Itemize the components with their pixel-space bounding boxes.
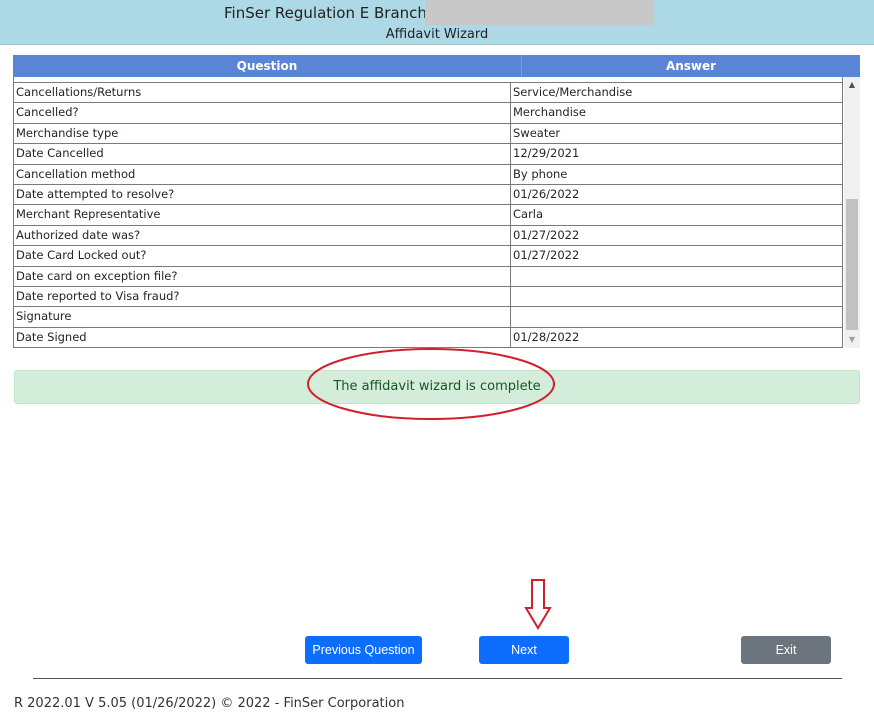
question-cell: Merchant Representative	[14, 205, 511, 225]
question-cell: Signature	[14, 307, 511, 327]
table-row: Date Signed 01/28/2022	[13, 327, 843, 348]
answer-cell	[511, 307, 842, 326]
table-body: Cancellations/Returns Service/Merchandise…	[13, 77, 843, 348]
column-header-question: Question	[13, 55, 522, 77]
question-cell: Cancellation method	[14, 164, 511, 184]
question-cell: Date card on exception file?	[14, 266, 511, 286]
answer-cell: Merchandise	[513, 105, 586, 120]
question-cell: Cancellations/Returns	[14, 83, 511, 103]
app-header: FinSer Regulation E Branch - Affidavit W…	[0, 0, 874, 45]
table-row: Date Card Locked out? 01/27/2022	[13, 246, 843, 267]
table-row: Signature	[13, 307, 843, 328]
table-row: Cancellation method By phone	[13, 164, 843, 185]
answer-cell: 01/26/2022	[513, 186, 580, 201]
answer-cell	[511, 287, 842, 306]
scroll-down-arrow-icon[interactable]: ▼	[844, 332, 860, 348]
question-cell: Merchandise type	[14, 123, 511, 144]
table-row: Merchant Representative Carla	[13, 205, 843, 226]
question-cell: Date reported to Visa fraud?	[14, 286, 511, 307]
pointer-arrow-icon	[524, 579, 552, 630]
scroll-up-arrow-icon[interactable]: ▲	[844, 77, 860, 93]
question-cell: Cancelled?	[14, 103, 511, 123]
answer-cell: Service/Merchandise	[513, 85, 633, 99]
table-row: Authorized date was? 01/27/2022	[13, 225, 843, 247]
next-button[interactable]: Next	[479, 636, 569, 664]
table-row: Cancelled? Merchandise	[13, 103, 843, 124]
answer-cell: 01/27/2022	[513, 227, 580, 242]
completion-alert: The affidavit wizard is complete	[14, 370, 860, 404]
answer-cell: By phone	[513, 166, 568, 181]
scrollbar-thumb[interactable]	[846, 199, 858, 330]
table-row: Date card on exception file?	[13, 266, 843, 287]
answer-cell	[511, 267, 842, 286]
question-cell: Date Cancelled	[14, 144, 511, 164]
question-cell: Date Card Locked out?	[14, 246, 511, 266]
table-row: Cancellations/Returns Service/Merchandise	[13, 83, 843, 104]
footer-divider	[33, 678, 842, 679]
table-row: Merchandise type Sweater	[13, 123, 843, 145]
table-row: Date Cancelled 12/29/2021	[13, 144, 843, 165]
table-rows: Cancellations/Returns Service/Merchandise…	[13, 83, 843, 348]
qa-table: Question Answer Cancellations/Returns Ser…	[13, 55, 860, 348]
table-row: Date reported to Visa fraud?	[13, 286, 843, 308]
footer-version: R 2022.01 V 5.05 (01/26/2022) © 2022 - F…	[14, 696, 405, 711]
previous-question-button[interactable]: Previous Question	[305, 636, 422, 664]
question-cell: Date Signed	[14, 327, 511, 348]
answer-cell: 01/28/2022	[513, 329, 580, 344]
answer-cell: 12/29/2021	[513, 146, 580, 161]
answer-cell: Sweater	[513, 125, 561, 140]
answer-cell: Carla	[513, 207, 544, 222]
question-cell: Authorized date was?	[14, 225, 511, 246]
table-scrollbar[interactable]: ▲ ▼	[844, 77, 860, 348]
question-cell: Date attempted to resolve?	[14, 184, 511, 205]
answer-cell: 01/27/2022	[513, 248, 580, 263]
redacted-branch-name	[425, 0, 654, 25]
table-header: Question Answer	[13, 55, 860, 77]
column-header-answer: Answer	[665, 59, 717, 73]
page-subtitle: Affidavit Wizard	[385, 27, 489, 42]
exit-button[interactable]: Exit	[741, 636, 831, 664]
app-title: FinSer Regulation E Branch -	[224, 4, 438, 22]
table-row: Date attempted to resolve? 01/26/2022	[13, 184, 843, 206]
